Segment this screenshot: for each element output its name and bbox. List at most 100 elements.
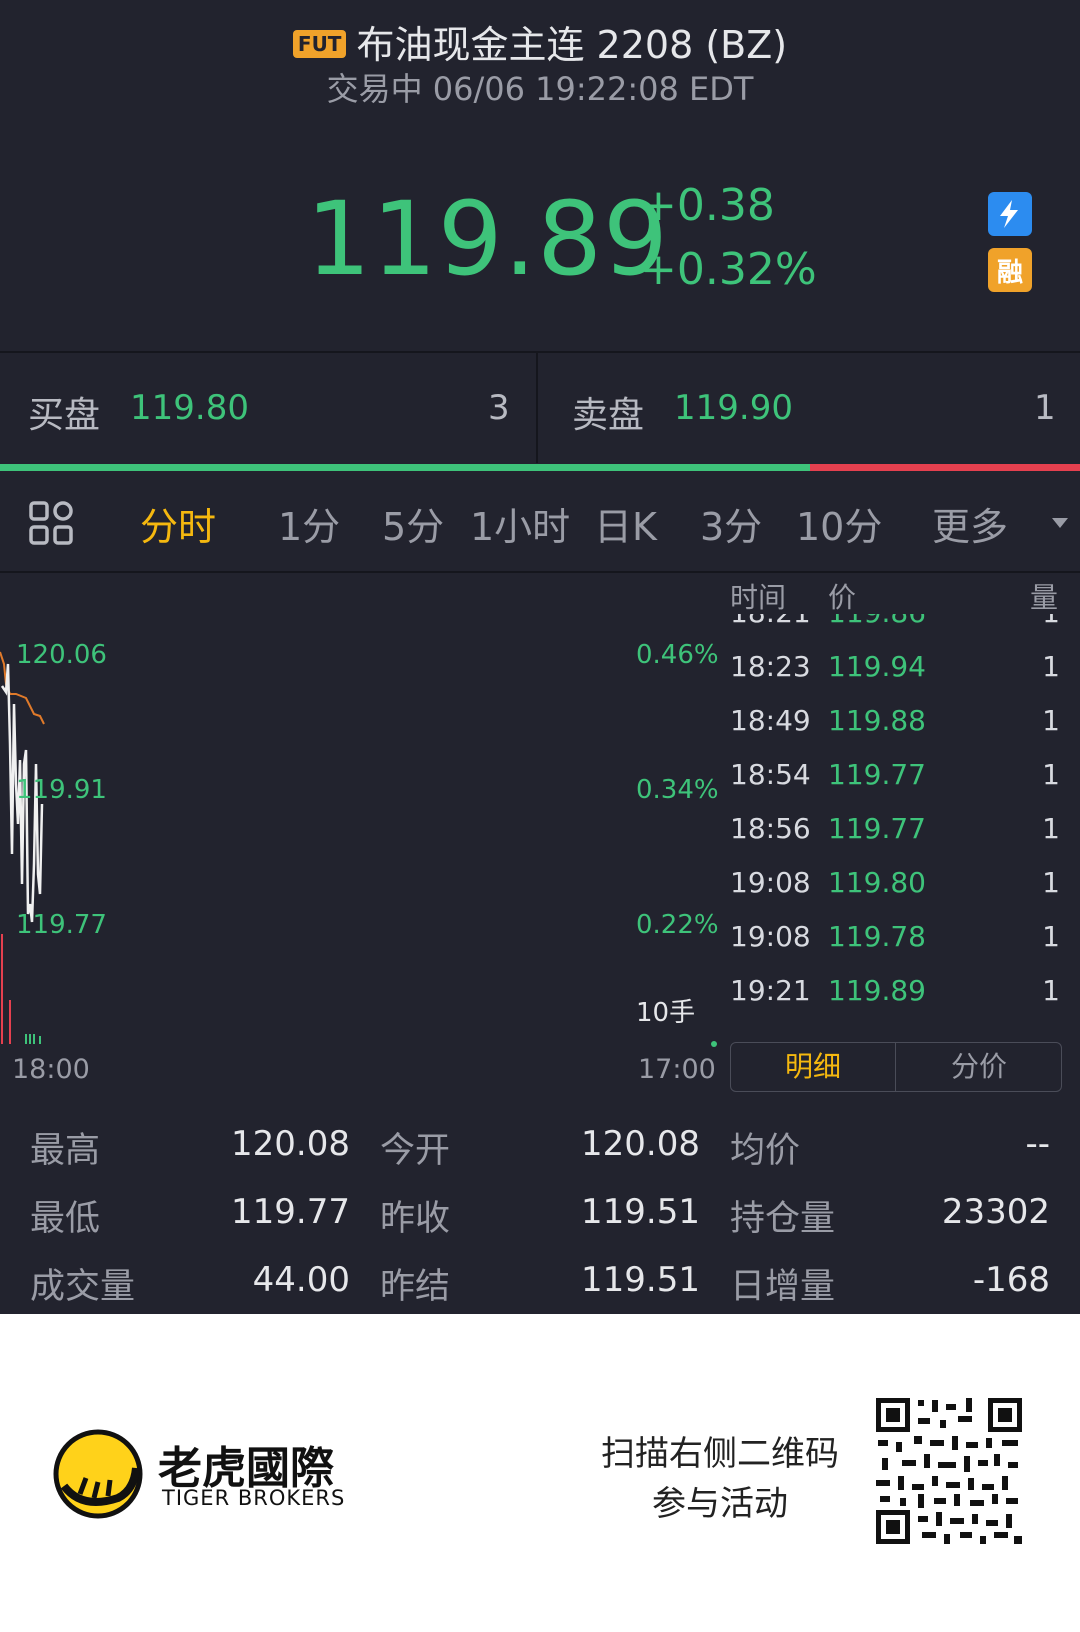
time-axis-start: 18:00 bbox=[12, 1054, 90, 1085]
price-change: +0.38 bbox=[640, 180, 775, 231]
stat-oi-change-value: -168 bbox=[972, 1260, 1050, 1300]
tab-detail[interactable]: 明细 bbox=[731, 1043, 896, 1091]
footer-cta-line2: 参与活动 bbox=[652, 1484, 788, 1524]
margin-badge[interactable]: 融 bbox=[988, 248, 1032, 292]
pct-axis-label: 0.22% bbox=[636, 910, 719, 940]
tab-daily[interactable]: 日K bbox=[594, 496, 657, 551]
trade-volume: 1 bbox=[1042, 974, 1060, 1007]
last-price: 119.89 bbox=[306, 180, 669, 299]
stat-high-value: 120.08 bbox=[231, 1124, 350, 1164]
stat-high-label: 最高 bbox=[30, 1131, 101, 1171]
tab-5min[interactable]: 5分 bbox=[382, 496, 444, 551]
tab-1hour[interactable]: 1小时 bbox=[470, 496, 570, 551]
instrument-title: FUT 布油现金主连 2208 (BZ) bbox=[0, 14, 1080, 69]
footer-cta-line1: 扫描右侧二维码 bbox=[601, 1434, 839, 1474]
divider bbox=[0, 351, 1080, 353]
stat-open-value: 120.08 bbox=[581, 1124, 700, 1164]
pct-axis-label: 0.34% bbox=[636, 775, 719, 805]
trade-row: 18:49 119.88 1 bbox=[730, 704, 1060, 758]
trade-time: 18:49 bbox=[730, 704, 811, 737]
trade-price: 119.77 bbox=[828, 758, 926, 791]
trade-time: 19:08 bbox=[730, 920, 811, 953]
chart-endpoint-dot bbox=[711, 1041, 717, 1047]
lightning-badge-icon[interactable] bbox=[988, 192, 1032, 236]
bid-label: 买盘 bbox=[28, 395, 101, 436]
divider bbox=[0, 571, 1080, 573]
tab-more[interactable]: 更多 bbox=[932, 496, 1008, 551]
trade-row: 18:21 119.86 1 bbox=[730, 614, 1060, 650]
stat-low-label: 最低 bbox=[30, 1199, 101, 1239]
stat-prev-settle-value: 119.51 bbox=[581, 1260, 700, 1300]
stat-open-interest-label: 持仓量 bbox=[730, 1199, 836, 1239]
price-axis-label: 120.06 bbox=[16, 640, 107, 670]
pct-axis-label: 0.46% bbox=[636, 640, 719, 670]
bid-ask-ratio-bar bbox=[0, 464, 1080, 471]
qr-code-icon[interactable] bbox=[874, 1396, 1024, 1546]
price-axis-label: 119.77 bbox=[16, 910, 107, 940]
divider bbox=[536, 353, 538, 463]
tab-10min[interactable]: 10分 bbox=[796, 496, 882, 551]
trade-time: 18:21 bbox=[730, 614, 811, 629]
stat-prev-close-value: 119.51 bbox=[581, 1192, 700, 1232]
trades-header-volume: 量 bbox=[1030, 581, 1059, 614]
dropdown-triangle-icon[interactable] bbox=[1052, 518, 1068, 528]
trade-price: 119.94 bbox=[828, 650, 926, 683]
trade-volume: 1 bbox=[1042, 758, 1060, 791]
trade-volume: 1 bbox=[1042, 866, 1060, 899]
intraday-chart[interactable] bbox=[0, 574, 720, 1084]
ask-size: 1 bbox=[1034, 388, 1056, 428]
ask-label: 卖盘 bbox=[572, 395, 645, 436]
trade-volume: 1 bbox=[1042, 650, 1060, 683]
trades-tab-switch: 明细 分价 bbox=[730, 1042, 1062, 1092]
stat-prev-settle-label: 昨结 bbox=[380, 1267, 451, 1307]
trades-header-time: 时间 bbox=[730, 581, 787, 614]
trade-price: 119.80 bbox=[828, 866, 926, 899]
bid-ratio-fill bbox=[0, 464, 810, 471]
stat-volume-value: 44.00 bbox=[252, 1260, 350, 1300]
bid-size: 3 bbox=[488, 388, 510, 428]
trade-time: 18:23 bbox=[730, 650, 811, 683]
trade-price: 119.78 bbox=[828, 920, 926, 953]
trade-row: 18:56 119.77 1 bbox=[730, 812, 1060, 866]
volume-scale-label: 10手 bbox=[636, 998, 696, 1028]
trade-volume: 1 bbox=[1042, 614, 1060, 629]
stat-open-label: 今开 bbox=[380, 1131, 451, 1171]
trade-price: 119.88 bbox=[828, 704, 926, 737]
tiger-brokers-logo-icon bbox=[53, 1429, 143, 1519]
price-axis-label: 119.91 bbox=[16, 775, 107, 805]
trades-list[interactable]: 18:21119.86118:23119.94118:49119.88118:5… bbox=[720, 614, 1080, 1026]
trade-price: 119.77 bbox=[828, 812, 926, 845]
bid-price: 119.80 bbox=[130, 388, 249, 428]
trades-header-price: 价 bbox=[828, 581, 857, 614]
trade-volume: 1 bbox=[1042, 704, 1060, 737]
instrument-name: 布油现金主连 2208 (BZ) bbox=[356, 23, 788, 67]
tab-price-distribution[interactable]: 分价 bbox=[897, 1043, 1061, 1091]
trade-row: 19:08 119.80 1 bbox=[730, 866, 1060, 920]
trade-row: 18:23 119.94 1 bbox=[730, 650, 1060, 704]
tab-intraday[interactable]: 分时 bbox=[140, 496, 216, 551]
ask-price: 119.90 bbox=[674, 388, 793, 428]
time-axis-end: 17:00 bbox=[638, 1054, 716, 1085]
trade-price: 119.86 bbox=[828, 614, 926, 629]
trade-row: 19:21 119.89 1 bbox=[730, 974, 1060, 1026]
price-change-percent: +0.32% bbox=[640, 244, 817, 295]
trade-price: 119.89 bbox=[828, 974, 926, 1007]
lightning-icon bbox=[1000, 200, 1018, 228]
trade-volume: 1 bbox=[1042, 812, 1060, 845]
stat-volume-label: 成交量 bbox=[30, 1267, 136, 1307]
trade-volume: 1 bbox=[1042, 920, 1060, 953]
trade-time: 19:08 bbox=[730, 866, 811, 899]
stat-oi-change-label: 日增量 bbox=[730, 1267, 836, 1307]
stat-avg-label: 均价 bbox=[730, 1131, 801, 1171]
tab-3min[interactable]: 3分 bbox=[700, 496, 762, 551]
futures-badge: FUT bbox=[292, 29, 347, 58]
trade-row: 19:08 119.78 1 bbox=[730, 920, 1060, 974]
grid-menu-icon[interactable] bbox=[28, 500, 74, 546]
tab-1min[interactable]: 1分 bbox=[278, 496, 340, 551]
stat-avg-value: -- bbox=[1025, 1124, 1050, 1164]
trade-time: 18:54 bbox=[730, 758, 811, 791]
trade-row: 18:54 119.77 1 bbox=[730, 758, 1060, 812]
trading-status: 交易中 06/06 19:22:08 EDT bbox=[326, 70, 754, 108]
trade-time: 18:56 bbox=[730, 812, 811, 845]
stat-low-value: 119.77 bbox=[231, 1192, 350, 1232]
